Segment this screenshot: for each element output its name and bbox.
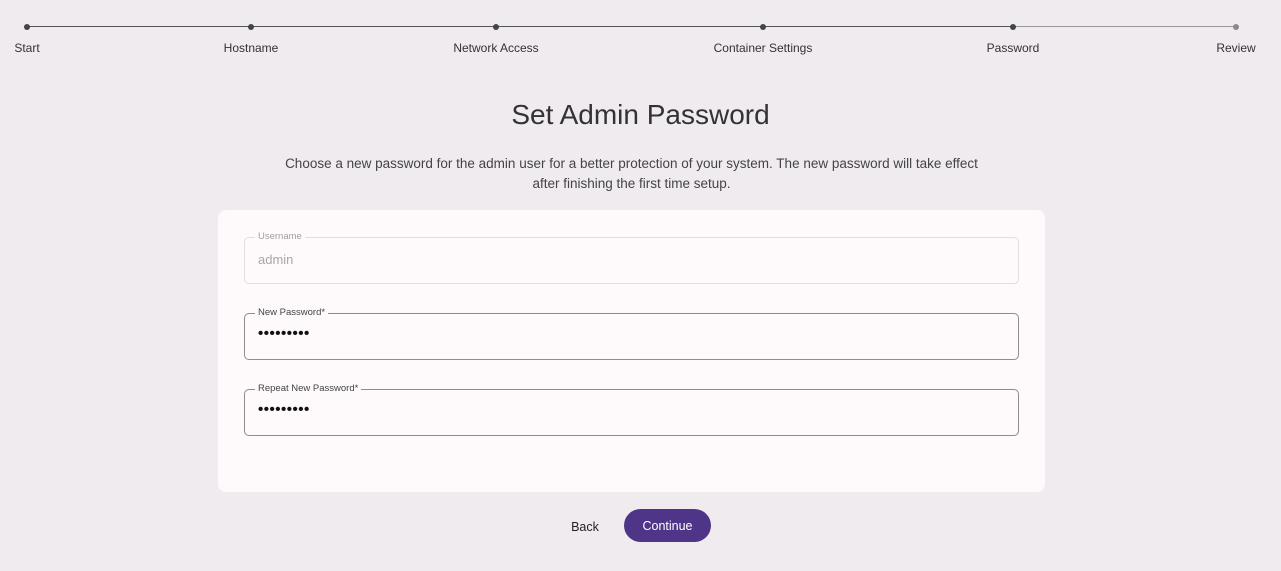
username-field: Username admin xyxy=(244,231,1019,284)
username-value: admin xyxy=(258,252,294,267)
continue-button[interactable]: Continue xyxy=(624,509,711,542)
page-title: Set Admin Password xyxy=(511,99,770,130)
repeat-password-value[interactable]: ••••••••• xyxy=(258,401,310,418)
stepper-progress-line xyxy=(27,26,1013,27)
step-dot xyxy=(1010,24,1016,30)
stepper-remaining-line xyxy=(1013,26,1236,27)
step-label: Start xyxy=(14,41,40,55)
step-dot xyxy=(493,24,499,30)
repeat-password-field[interactable]: Repeat New Password* ••••••••• xyxy=(244,383,1019,436)
step-dot xyxy=(248,24,254,30)
step-label: Container Settings xyxy=(713,41,813,55)
password-form-card: Username admin New Password* ••••••••• R… xyxy=(218,210,1045,492)
step-label: Network Access xyxy=(453,41,539,55)
step-dot xyxy=(760,24,766,30)
page-description: Choose a new password for the admin user… xyxy=(285,156,978,191)
back-button[interactable]: Back xyxy=(561,509,609,543)
step-dot xyxy=(24,24,30,30)
new-password-field[interactable]: New Password* ••••••••• xyxy=(244,307,1019,360)
new-password-label: New Password* xyxy=(255,307,329,319)
step-label: Password xyxy=(986,41,1040,55)
new-password-value[interactable]: ••••••••• xyxy=(258,325,310,342)
step-label: Review xyxy=(1216,41,1256,55)
repeat-password-label: Repeat New Password* xyxy=(255,383,362,395)
step-dot xyxy=(1233,24,1239,30)
stepper: Start Hostname Network Access Container … xyxy=(0,0,1281,60)
setup-wizard-page: Start Hostname Network Access Container … xyxy=(0,0,1281,571)
username-label: Username xyxy=(255,231,305,243)
step-label: Hostname xyxy=(223,41,279,55)
